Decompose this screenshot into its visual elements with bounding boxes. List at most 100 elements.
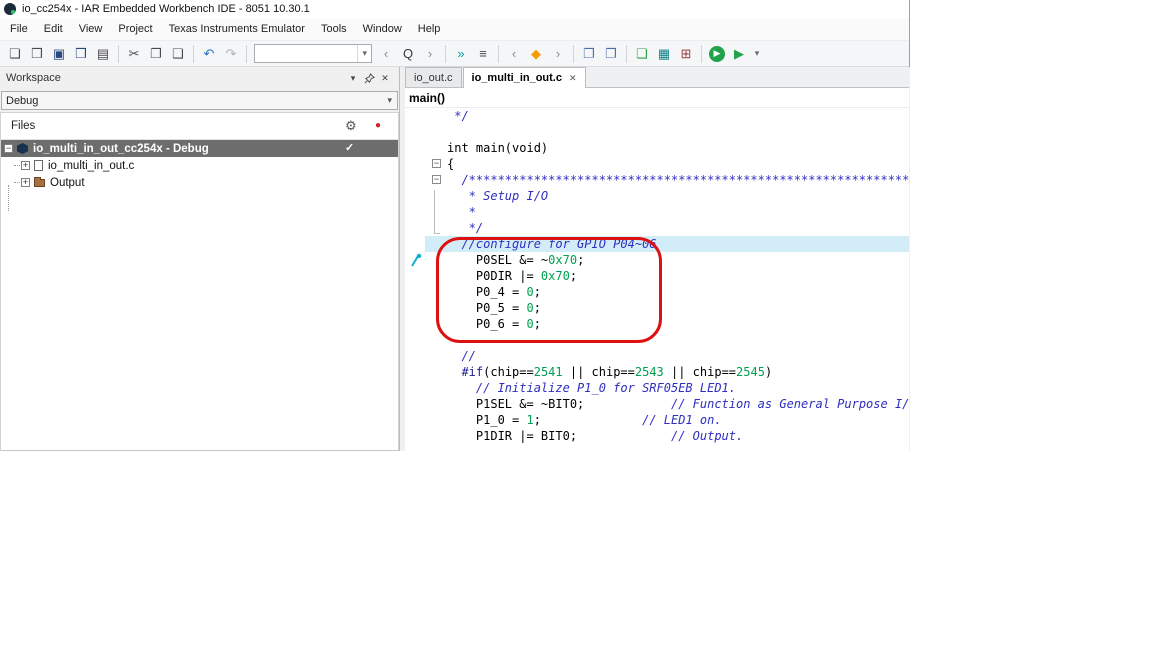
breakpoint-margin[interactable] xyxy=(405,188,425,204)
breakpoint-margin[interactable] xyxy=(405,284,425,300)
code-line: // xyxy=(405,348,909,364)
new-document-icon[interactable]: ❏ xyxy=(4,44,26,64)
tab-io-out-c[interactable]: io_out.c xyxy=(405,67,462,87)
paste-icon: ❑ xyxy=(172,47,184,60)
previous-bookmark-icon[interactable]: ‹ xyxy=(503,44,525,64)
menu-file[interactable]: File xyxy=(2,20,36,38)
workspace-panel: Workspace ▾✕ Debug ▾ Files ⚙ ● xyxy=(0,67,400,451)
undo-icon[interactable]: ↶ xyxy=(198,44,220,64)
expand-icon[interactable]: + xyxy=(21,161,30,170)
find-previous-icon[interactable]: ‹ xyxy=(375,44,397,64)
breakpoint-margin[interactable] xyxy=(405,172,425,188)
fold-collapse-icon[interactable]: − xyxy=(432,159,441,168)
code-line: P1SEL &= ~BIT0; // Function as General P… xyxy=(405,396,909,412)
code-line xyxy=(405,332,909,348)
compile-file-icon[interactable]: ❏ xyxy=(631,44,653,64)
toolbar-separator xyxy=(498,45,499,63)
search-icon[interactable]: Q xyxy=(397,44,419,64)
tree-item-io-multi-in-out-cc254x-debug[interactable]: −io_multi_in_out_cc254x - Debug✓ xyxy=(1,140,398,157)
menu-project[interactable]: Project xyxy=(110,20,160,38)
find-next-icon[interactable]: › xyxy=(419,44,441,64)
code-line: − /*************************************… xyxy=(405,172,909,188)
code-text: #if(chip==2541 || chip==2543 || chip==25… xyxy=(447,364,909,380)
fold-margin xyxy=(425,108,447,124)
code-text: P0DIR |= 0x70; xyxy=(447,268,909,284)
workspace-menu-icon[interactable]: ▾ xyxy=(345,70,361,86)
breakpoint-margin[interactable] xyxy=(405,428,425,444)
make-icon[interactable]: ▦ xyxy=(653,44,675,64)
open-file-icon[interactable]: ❒ xyxy=(26,44,48,64)
code-text: P0_5 = 0; xyxy=(447,300,909,316)
close-icon[interactable]: ✕ xyxy=(377,70,393,86)
menu-tools[interactable]: Tools xyxy=(313,20,355,38)
tree-item-io-multi-in-out-c[interactable]: +io_multi_in_out.c xyxy=(1,157,398,174)
collapse-icon[interactable]: − xyxy=(4,144,13,153)
breakpoint-margin[interactable] xyxy=(405,348,425,364)
toggle-bookmark-icon[interactable]: ◆ xyxy=(525,44,547,64)
fold-margin xyxy=(425,348,447,364)
breakpoint-margin[interactable] xyxy=(405,396,425,412)
download-and-debug-icon[interactable]: ▶ xyxy=(706,44,728,64)
menu-edit[interactable]: Edit xyxy=(36,20,71,38)
menu-texas-instruments-emulator[interactable]: Texas Instruments Emulator xyxy=(161,20,313,38)
tab-io-multi-in-out-c[interactable]: io_multi_in_out.c✕ xyxy=(463,67,586,88)
fold-margin xyxy=(425,220,447,236)
code-line: * xyxy=(405,204,909,220)
copy-icon[interactable]: ❐ xyxy=(145,44,167,64)
gear-icon[interactable]: ⚙ xyxy=(345,118,357,134)
breakpoint-margin[interactable] xyxy=(405,316,425,332)
menu-view[interactable]: View xyxy=(71,20,111,38)
save-all-icon[interactable]: ❒ xyxy=(70,44,92,64)
go-to-icon[interactable]: » xyxy=(450,44,472,64)
breakpoint-margin[interactable] xyxy=(405,140,425,156)
configuration-selector[interactable]: Debug ▾ xyxy=(1,91,398,110)
code-line: P0_4 = 0; xyxy=(405,284,909,300)
menu-help[interactable]: Help xyxy=(410,20,449,38)
breakpoint-margin[interactable] xyxy=(405,268,425,284)
toolbar-overflow-icon[interactable]: ▾ xyxy=(750,44,764,64)
print-icon[interactable]: ▤ xyxy=(92,44,114,64)
open-header-file-icon[interactable]: ❐ xyxy=(578,44,600,64)
debug-without-downloading-icon[interactable]: ▶ xyxy=(728,44,750,64)
expand-icon[interactable]: + xyxy=(21,178,30,187)
breakpoint-margin[interactable] xyxy=(405,108,425,124)
breakpoint-margin[interactable] xyxy=(405,236,425,252)
fold-collapse-icon[interactable]: − xyxy=(432,175,441,184)
tree-item-label: Output xyxy=(50,177,85,189)
fold-margin xyxy=(425,252,447,268)
code-editor[interactable]: */int main(void)−{− /*******************… xyxy=(405,108,909,451)
next-bookmark-icon[interactable]: › xyxy=(547,44,569,64)
fold-margin xyxy=(425,188,447,204)
cut-icon[interactable]: ✂ xyxy=(123,44,145,64)
code-line: P0SEL &= ~0x70; xyxy=(405,252,909,268)
menu-window[interactable]: Window xyxy=(355,20,410,38)
breakpoint-margin[interactable] xyxy=(405,412,425,428)
code-text: { xyxy=(447,156,909,172)
breakpoint-margin[interactable] xyxy=(405,300,425,316)
tree-item-output[interactable]: + Output xyxy=(1,174,398,191)
paste-icon[interactable]: ❑ xyxy=(167,44,189,64)
breakpoint-margin[interactable] xyxy=(405,220,425,236)
toolbar-separator xyxy=(701,45,702,63)
workspace-header: Workspace ▾✕ xyxy=(0,67,399,89)
breakpoint-margin[interactable] xyxy=(405,124,425,140)
close-tab-icon[interactable]: ✕ xyxy=(569,73,577,84)
redo-icon[interactable]: ↷ xyxy=(220,44,242,64)
save-icon[interactable]: ▣ xyxy=(48,44,70,64)
files-header: Files ⚙ ● xyxy=(1,113,398,140)
breakpoint-margin[interactable] xyxy=(405,204,425,220)
status-dot-icon: ● xyxy=(375,120,381,131)
declarations-list-icon[interactable]: ≡ xyxy=(472,44,494,64)
breakpoint-margin[interactable] xyxy=(405,364,425,380)
make-icon: ▦ xyxy=(658,47,670,60)
breakpoint-margin[interactable] xyxy=(405,380,425,396)
goto-definition-icon[interactable]: ❐ xyxy=(600,44,622,64)
breakpoint-margin[interactable] xyxy=(405,252,425,268)
pin-icon[interactable] xyxy=(361,70,377,86)
fold-margin: − xyxy=(425,172,447,188)
breakpoint-margin[interactable] xyxy=(405,332,425,348)
debug-chip-icon[interactable]: ⊞ xyxy=(675,44,697,64)
breakpoint-margin[interactable] xyxy=(405,156,425,172)
open-header-file-icon: ❐ xyxy=(583,47,595,60)
find-combobox[interactable]: ▾ xyxy=(254,44,372,63)
